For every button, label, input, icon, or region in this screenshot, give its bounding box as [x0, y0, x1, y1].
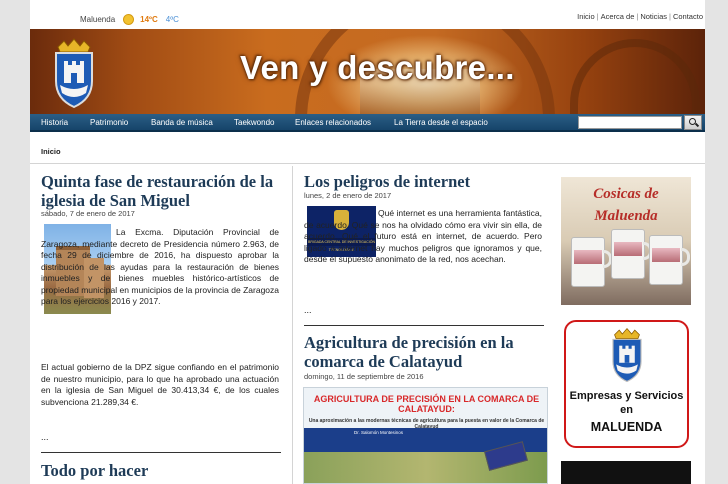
article-title-restauracion[interactable]: Quinta fase de restauración de la iglesi…: [41, 172, 281, 210]
sidebar-banner-dark[interactable]: [561, 461, 691, 484]
empresas-text: Empresas y Servicios en MALUENDA: [569, 390, 684, 434]
read-more[interactable]: ...: [41, 432, 49, 442]
empresas-servicios-banner[interactable]: Empresas y Servicios en MALUENDA: [564, 320, 689, 448]
article-title-todo-por-hacer[interactable]: Todo por hacer: [41, 461, 281, 480]
nav-item-banda[interactable]: Banda de música: [151, 118, 213, 127]
agricultura-poster-image[interactable]: AGRICULTURA DE PRECISIÓN EN LA COMARCA D…: [303, 387, 548, 484]
article-text-peligros: Qué internet es una herramienta fantásti…: [304, 208, 542, 264]
column-divider: [292, 166, 293, 484]
mug-icon: [649, 235, 690, 285]
page: Maluenda 14ºC 4ºC Inicio | Acerca de | Notic…: [30, 0, 705, 484]
toplink-noticias[interactable]: Noticias: [640, 12, 667, 21]
article-date: lunes, 2 de enero de 2017: [304, 191, 392, 200]
article-text-p2: El actual gobierno de la DPZ sigue confi…: [41, 362, 279, 407]
mug-icon: [571, 237, 612, 287]
weather-high: 14ºC: [140, 15, 158, 24]
content-divider: [30, 163, 705, 164]
toplink-contacto[interactable]: Contacto: [673, 12, 703, 21]
main-nav: Historia Patrimonio Banda de música Taek…: [30, 114, 705, 132]
top-links: Inicio | Acerca de | Noticias | Contacto: [577, 12, 703, 21]
article-title-agricultura[interactable]: Agricultura de precisión en la comarca d…: [304, 333, 549, 371]
weather-location: Maluenda: [80, 15, 116, 24]
article-title-peligros[interactable]: Los peligros de internet: [304, 172, 549, 191]
read-more[interactable]: ...: [304, 305, 312, 315]
article-date: sábado, 7 de enero de 2017: [41, 209, 135, 218]
top-bar: Maluenda 14ºC 4ºC Inicio | Acerca de | Notic…: [30, 0, 705, 29]
coat-of-arms-icon[interactable]: [50, 37, 98, 109]
poster-title: AGRICULTURA DE PRECISIÓN EN LA COMARCA D…: [313, 394, 540, 414]
article-separator: [304, 325, 544, 326]
banner-title: Ven y descubre...: [240, 49, 515, 86]
article-text-p1: La Excma. Diputación Provincial de Zarag…: [41, 227, 279, 306]
breadcrumb[interactable]: Inicio: [41, 147, 61, 156]
weather-widget: Maluenda 14ºC 4ºC: [80, 14, 179, 25]
coat-of-arms-icon: [612, 327, 642, 383]
poster-credit: Dr. Salomón Montesinos: [354, 430, 404, 435]
toplink-inicio[interactable]: Inicio: [577, 12, 595, 21]
cosicas-title: Cosicas de Maluenda: [593, 186, 659, 224]
nav-item-historia[interactable]: Historia: [41, 118, 68, 127]
sun-icon: [123, 14, 135, 25]
article-date: domingo, 11 de septiembre de 2016: [304, 372, 424, 381]
banner-arch-right: [570, 39, 700, 114]
nav-item-taekwondo[interactable]: Taekwondo: [234, 118, 274, 127]
nav-item-patrimonio[interactable]: Patrimonio: [90, 118, 128, 127]
mug-icon: [611, 229, 652, 279]
article-separator: [41, 452, 281, 453]
nav-item-enlaces[interactable]: Enlaces relacionados: [295, 118, 371, 127]
search-input[interactable]: [578, 116, 682, 129]
toplink-acerca[interactable]: Acerca de: [601, 12, 635, 21]
nav-item-tierra[interactable]: La Tierra desde el espacio: [394, 118, 488, 127]
cosicas-banner[interactable]: Cosicas de Maluenda: [561, 177, 691, 305]
search-button[interactable]: [684, 115, 702, 130]
header-banner: Ven y descubre...: [30, 29, 705, 114]
weather-low: 4ºC: [165, 15, 179, 24]
